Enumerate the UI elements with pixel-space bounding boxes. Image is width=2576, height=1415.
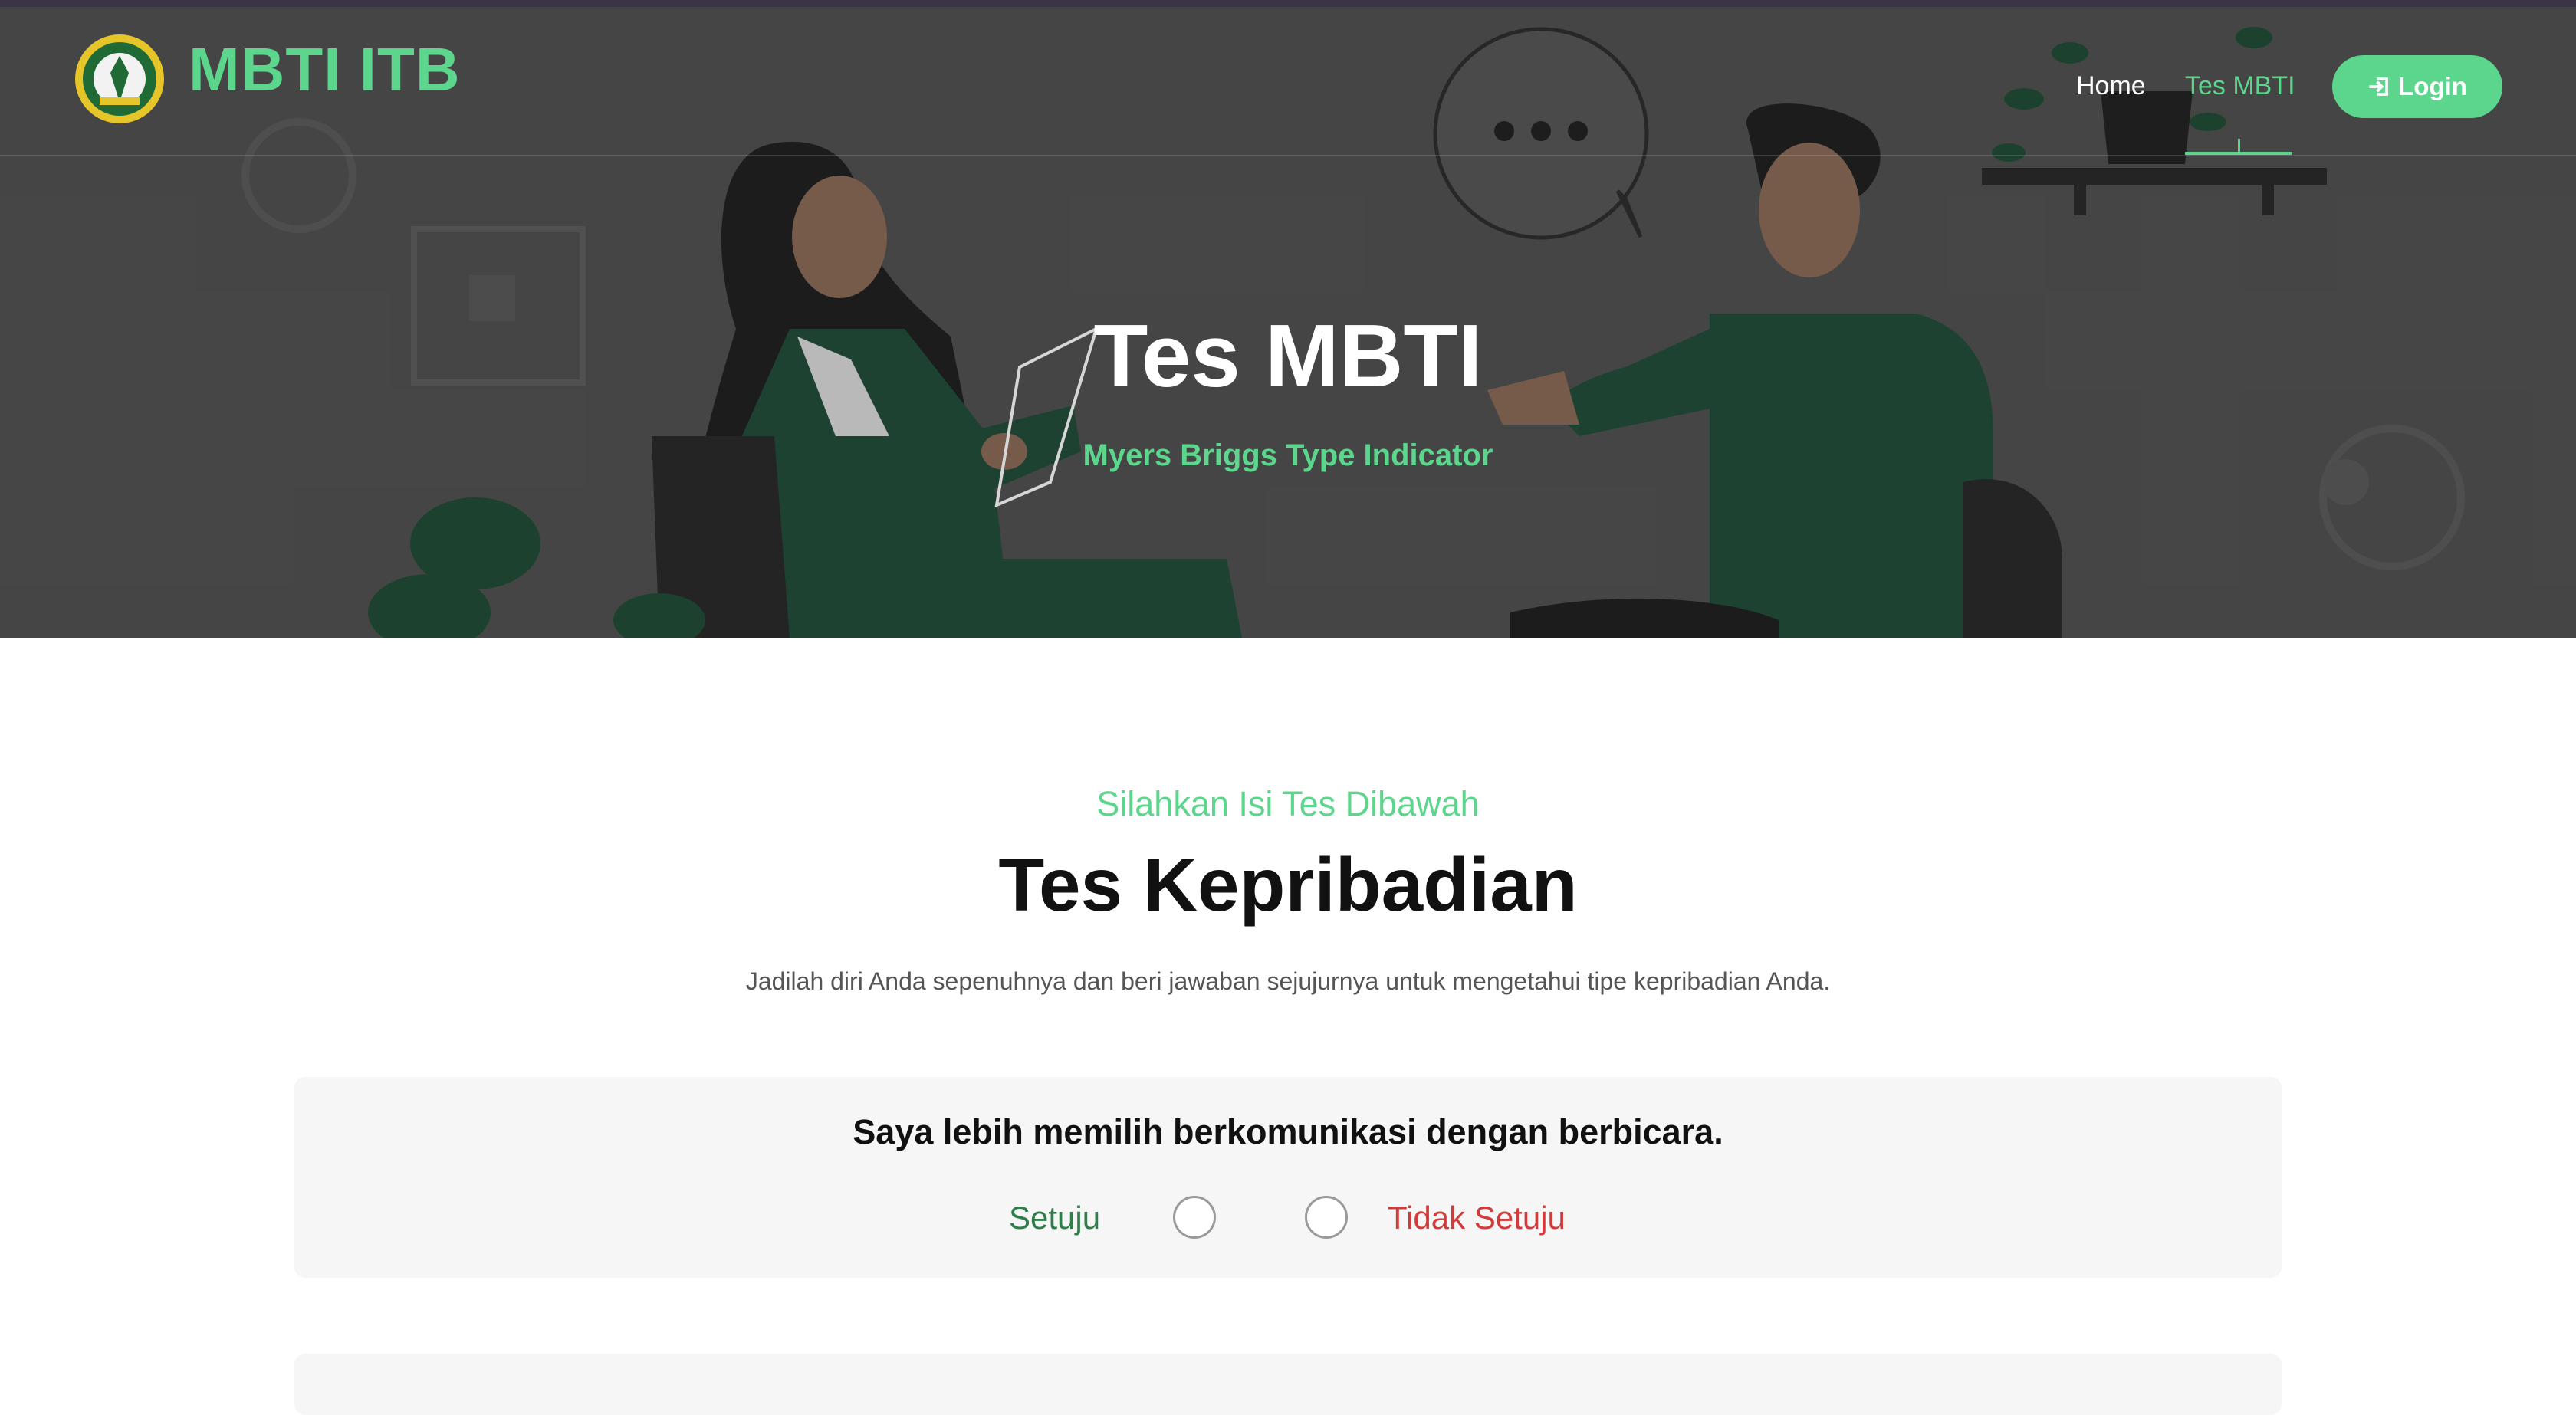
nav-active-tick (2238, 139, 2240, 153)
brand-title[interactable]: MBTI ITB (189, 34, 461, 105)
hero-banner: MBTI ITB Home Tes MBTI Login Tes MBTI My… (0, 7, 2576, 638)
disagree-label[interactable]: Tidak Setuju (1388, 1200, 1566, 1236)
login-label: Login (2398, 72, 2467, 100)
question-card-next (294, 1354, 2282, 1415)
agree-label[interactable]: Setuju (1009, 1200, 1100, 1236)
agree-radio[interactable] (1173, 1196, 1216, 1239)
hero-subtitle: Myers Briggs Type Indicator (1083, 438, 1493, 472)
nav-item-tes-mbti[interactable]: Tes MBTI (2185, 71, 2295, 101)
top-border (0, 0, 2576, 7)
navbar: MBTI ITB Home Tes MBTI Login (0, 7, 2576, 156)
itb-yadika-seal-logo[interactable] (74, 33, 166, 125)
question-card: Saya lebih memilih berkomunikasi dengan … (294, 1077, 2282, 1278)
question-text: Saya lebih memilih berkomunikasi dengan … (853, 1112, 1723, 1151)
section-kicker: Silahkan Isi Tes Dibawah (1096, 784, 1480, 823)
hero-title: Tes MBTI (1093, 306, 1483, 405)
nav-item-home[interactable]: Home (2076, 71, 2146, 101)
section-description: Jadilah diri Anda sepenuhnya dan beri ja… (745, 967, 1831, 995)
disagree-radio[interactable] (1305, 1196, 1348, 1239)
section-title: Tes Kepribadian (998, 842, 1578, 927)
sign-in-icon (2369, 77, 2388, 96)
login-button[interactable]: Login (2332, 55, 2502, 118)
